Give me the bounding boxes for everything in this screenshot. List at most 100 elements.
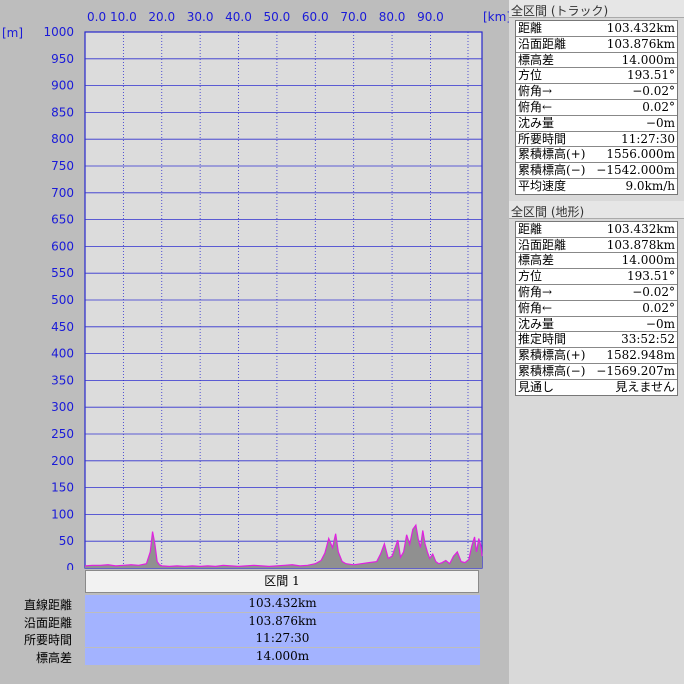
stats-sidebar: 全区間 (トラック) 距離 103.432km 沿面距離 103.876km 標高差 14… (509, 0, 684, 684)
segment-summary: 直線距離 103.432km 沿面距離 103.876km 所要時間 11:27… (0, 595, 482, 665)
track-panel-title: 全区間 (トラック) (509, 0, 684, 18)
stat-label: 距離 (518, 221, 543, 236)
stat-value: 1582.948m (606, 348, 675, 363)
stat-label: 距離 (518, 21, 543, 35)
summary-value: 14.000m (85, 647, 480, 665)
x-tick-label: 50.0 (264, 10, 291, 24)
stat-value: 0.02° (642, 300, 675, 315)
stat-row: 俯角← 0.02° (516, 301, 677, 317)
terrain-stats-panel: 距離 103.432km 沿面距離 103.878km 標高差 14.000m 方位 193.… (515, 220, 678, 396)
stat-label: 標高差 (518, 253, 555, 268)
stat-value: 14.000m (621, 253, 675, 268)
stat-row: 俯角→ −0.02° (516, 285, 677, 301)
stat-value: 103.876km (606, 36, 675, 51)
stat-label: 所要時間 (518, 131, 567, 146)
y-unit-label: [m] (2, 26, 23, 40)
stat-value: −1569.207m (596, 363, 675, 378)
summary-label: 標高差 (35, 650, 72, 665)
x-tick-label: 20.0 (148, 10, 175, 24)
summary-row: 直線距離 103.432km (0, 595, 482, 613)
stat-row: 方位 193.51° (516, 269, 677, 285)
stat-value: 0.02° (642, 99, 675, 114)
y-tick-label: 400 (51, 347, 74, 361)
x-tick-label: 30.0 (187, 10, 214, 24)
stat-row: 平均速度 9.0km/h (516, 179, 677, 194)
segment-1-button[interactable]: 区間 1 (85, 570, 479, 593)
x-tick-label: 70.0 (340, 10, 367, 24)
x-tick-label: 10.0 (110, 10, 137, 24)
summary-row: 所要時間 11:27:30 (0, 630, 482, 648)
stat-label: 累積標高(−) (518, 363, 586, 378)
stat-label: 標高差 (518, 52, 555, 67)
summary-row: 標高差 14.000m (0, 647, 482, 666)
stat-row: 推定時間 33:52:52 (516, 332, 677, 349)
stat-label: 俯角→ (518, 84, 553, 99)
y-tick-label: 150 (51, 481, 74, 495)
stat-row: 所要時間 11:27:30 (516, 132, 677, 148)
y-tick-label: 100 (51, 507, 74, 521)
grid-layer (85, 32, 482, 568)
x-tick-labels: 0.0 10.0 20.0 30.0 40.0 50.0 60.0 70.0 80.0 90.0 (87, 10, 444, 24)
stat-row: 累積標高(+) 1556.000m (516, 147, 677, 164)
stat-value: 103.432km (606, 221, 675, 236)
stat-label: 沈み量 (518, 115, 555, 130)
stat-value: −0.02° (632, 84, 675, 99)
stat-label: 見通し (518, 379, 555, 394)
y-tick-label: 650 (51, 213, 74, 227)
stat-value: 103.878km (606, 237, 675, 252)
stat-row: 沿面距離 103.878km (516, 238, 677, 254)
stat-label: 沿面距離 (518, 36, 567, 51)
stat-row: 累積標高(−) −1569.207m (516, 364, 677, 380)
y-tick-label: 550 (51, 266, 74, 280)
stat-value: −1542.000m (596, 163, 675, 178)
y-tick-label: 800 (51, 132, 74, 146)
stat-row: 沿面距離 103.876km (516, 37, 677, 53)
stat-row: 方位 193.51° (516, 68, 677, 85)
stat-label: 方位 (518, 269, 543, 284)
stat-row: 距離 103.432km (516, 222, 677, 238)
y-tick-label: 950 (51, 52, 74, 66)
stat-row: 沈み量 −0m (516, 317, 677, 333)
summary-value: 103.876km (85, 612, 480, 630)
y-tick-label: 300 (51, 400, 74, 414)
stat-row: 距離 103.432km (516, 21, 677, 37)
y-tick-label: 500 (51, 293, 74, 307)
stat-label: 推定時間 (518, 332, 567, 347)
stat-value: −0.02° (632, 284, 675, 299)
stat-label: 俯角→ (518, 284, 553, 299)
stat-label: 沈み量 (518, 316, 555, 331)
stat-label: 俯角← (518, 300, 553, 315)
stat-label: 累積標高(+) (518, 348, 586, 363)
y-tick-label: 1000 (43, 25, 74, 39)
summary-row: 沿面距離 103.876km (0, 612, 482, 631)
summary-value: 11:27:30 (85, 630, 480, 647)
stat-label: 累積標高(−) (518, 163, 586, 178)
stat-value: −0m (645, 115, 675, 130)
stat-value: 9.0km/h (625, 178, 675, 193)
stat-label: 累積標高(+) (518, 147, 586, 162)
x-tick-label: 40.0 (225, 10, 252, 24)
stat-value: −0m (645, 316, 675, 331)
x-tick-label: 0.0 (87, 10, 106, 24)
y-tick-label: 850 (51, 105, 74, 119)
stat-label: 沿面距離 (518, 237, 567, 252)
y-tick-labels: 1000950900850800750700650600550500450400… (43, 25, 74, 570)
y-tick-label: 450 (51, 320, 74, 334)
y-tick-label: 900 (51, 79, 74, 93)
summary-label: 所要時間 (23, 633, 72, 647)
y-tick-label: 350 (51, 373, 74, 387)
y-tick-label: 250 (51, 427, 74, 441)
y-tick-label: 750 (51, 159, 74, 173)
stat-value: 103.432km (606, 21, 675, 35)
stat-row: 累積標高(+) 1582.948m (516, 348, 677, 364)
y-tick-label: 700 (51, 186, 74, 200)
x-tick-label: 90.0 (417, 10, 444, 24)
summary-label: 直線距離 (23, 598, 72, 612)
x-tick-label: 60.0 (302, 10, 329, 24)
stat-value: 193.51° (627, 269, 675, 284)
stat-value: 193.51° (627, 68, 675, 83)
track-stats-panel: 距離 103.432km 沿面距離 103.876km 標高差 14.000m 方位 193.… (515, 20, 678, 195)
stat-label: 方位 (518, 68, 543, 83)
y-tick-label: 200 (51, 454, 74, 468)
stat-label: 俯角← (518, 99, 553, 114)
